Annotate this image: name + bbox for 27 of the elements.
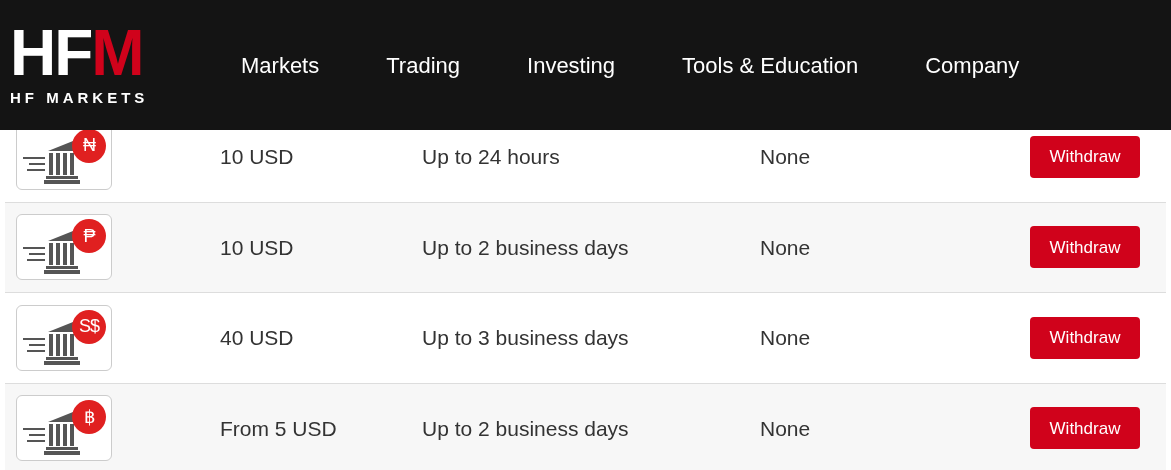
minimum-amount: 10 USD <box>220 234 295 261</box>
fee: None <box>760 325 812 351</box>
currency-badge: S$ <box>72 309 106 344</box>
minimum-amount: 40 USD <box>220 325 295 351</box>
nav-link[interactable]: Investing <box>527 48 616 82</box>
nav-link[interactable]: Trading <box>386 48 461 82</box>
withdraw-button[interactable]: Withdraw <box>1030 407 1140 450</box>
withdraw-button[interactable]: Withdraw <box>1030 135 1140 178</box>
withdraw-button[interactable]: Withdraw <box>1030 226 1140 269</box>
fee: None <box>760 144 812 170</box>
processing-time: Up to 3 business days <box>422 325 630 351</box>
nav-link[interactable]: Company <box>925 48 1020 82</box>
processing-time: Up to 24 hours <box>422 144 561 170</box>
logo-mark[interactable]: HFM <box>10 20 143 85</box>
currency-badge: ₱ <box>72 219 106 254</box>
currency-badge: ₦ <box>72 130 106 163</box>
fee: None <box>760 415 812 442</box>
minimum-amount: From 5 USD <box>220 415 338 442</box>
nav-link[interactable]: Tools & Education <box>682 48 859 82</box>
nav-link[interactable]: Markets <box>241 48 320 82</box>
minimum-amount: 10 USD <box>220 144 295 170</box>
currency-badge: ฿ <box>72 400 106 435</box>
withdraw-button[interactable]: Withdraw <box>1030 316 1140 359</box>
processing-time: Up to 2 business days <box>422 415 630 442</box>
logo-text: HF MARKETS <box>10 87 149 108</box>
processing-time: Up to 2 business days <box>422 234 630 261</box>
fee: None <box>760 234 812 261</box>
